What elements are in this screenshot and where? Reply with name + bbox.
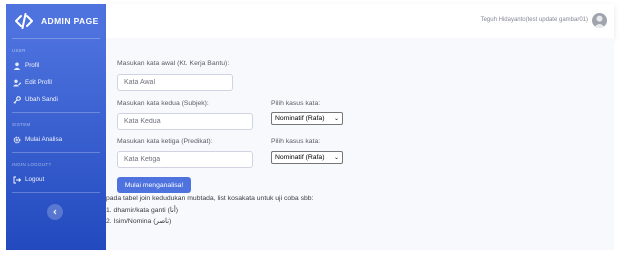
code-logo-icon — [15, 13, 33, 29]
sidebar-item-label: Mulai Analisa — [25, 136, 63, 143]
user-name[interactable]: Teguh Hidayanto(test update gambar01) — [481, 17, 588, 23]
sidebar-brand[interactable]: ADMIN PAGE — [6, 4, 106, 38]
sidebar-heading-logout: INGIN LOGOUT? — [12, 162, 52, 167]
kata-awal-input[interactable] — [117, 74, 233, 91]
user-avatar-icon — [593, 15, 606, 28]
chevron-down-icon: ⌄ — [333, 155, 339, 161]
select-value: Nominatif (Rafa) — [275, 154, 325, 161]
sidebar-heading-user: USER — [12, 48, 26, 53]
cog-icon — [13, 136, 21, 143]
sign-out-icon — [13, 176, 21, 183]
topbar: Teguh Hidayanto(test update gambar01) — [106, 4, 614, 38]
sidebar: ADMIN PAGE USER Profil Edit Profil Ubah … — [6, 4, 106, 250]
kata-awal-label: Masukan kata awal (Kt. Kerja Bantu): — [117, 60, 230, 67]
key-icon — [13, 95, 21, 104]
user-icon — [13, 62, 21, 70]
kasus-kata-select-2[interactable]: Nominatif (Rafa) ⌄ — [271, 151, 343, 164]
sidebar-item-edit-profil[interactable]: Edit Profil — [6, 74, 106, 91]
notes-item-1: 1. dhamir/kata ganti (أنا) — [106, 207, 178, 214]
kasus-kata-select-1[interactable]: Nominatif (Rafa) ⌄ — [271, 112, 343, 125]
chevron-down-icon: ⌄ — [333, 116, 339, 122]
sidebar-item-label: Logout — [25, 176, 45, 183]
sidebar-item-label: Edit Profil — [25, 79, 52, 86]
kata-ketiga-input[interactable] — [117, 151, 253, 168]
mulai-menganalisa-button[interactable]: Mulai menganalisa! — [117, 177, 191, 193]
user-edit-icon — [13, 79, 21, 86]
chevron-left-icon — [53, 209, 57, 215]
notes-item-2: 2. Isim/Nomina (ناصر) — [106, 218, 172, 225]
sidebar-toggle-button[interactable] — [47, 204, 63, 220]
kasus-kata-label: Pilih kasus kata: — [271, 100, 321, 107]
sidebar-item-label: Profil — [25, 62, 40, 69]
sidebar-item-logout[interactable]: Logout — [6, 171, 106, 188]
select-value: Nominatif (Rafa) — [275, 115, 325, 122]
kasus-kata-label: Pilih kasus kata: — [271, 138, 321, 145]
notes-intro: pada tabel join kedudukan mubtada, list … — [106, 195, 314, 202]
sidebar-heading-sistem: SISTEM — [12, 122, 31, 127]
kata-kedua-label: Masukan kata kedua (Subjek): — [117, 100, 209, 107]
sidebar-item-ubah-sandi[interactable]: Ubah Sandi — [6, 91, 106, 108]
main-content: Masukan kata awal (Kt. Kerja Bantu): Mas… — [106, 38, 614, 250]
sidebar-divider — [12, 192, 100, 193]
brand-title: ADMIN PAGE — [41, 16, 99, 26]
kata-ketiga-label: Masukan kata ketiga (Predikat): — [117, 138, 213, 145]
avatar[interactable] — [592, 13, 607, 28]
sidebar-item-label: Ubah Sandi — [25, 96, 58, 103]
kata-kedua-input[interactable] — [117, 113, 253, 130]
sidebar-item-profil[interactable]: Profil — [6, 57, 106, 74]
sidebar-item-mulai-analisa[interactable]: Mulai Analisa — [6, 131, 106, 148]
